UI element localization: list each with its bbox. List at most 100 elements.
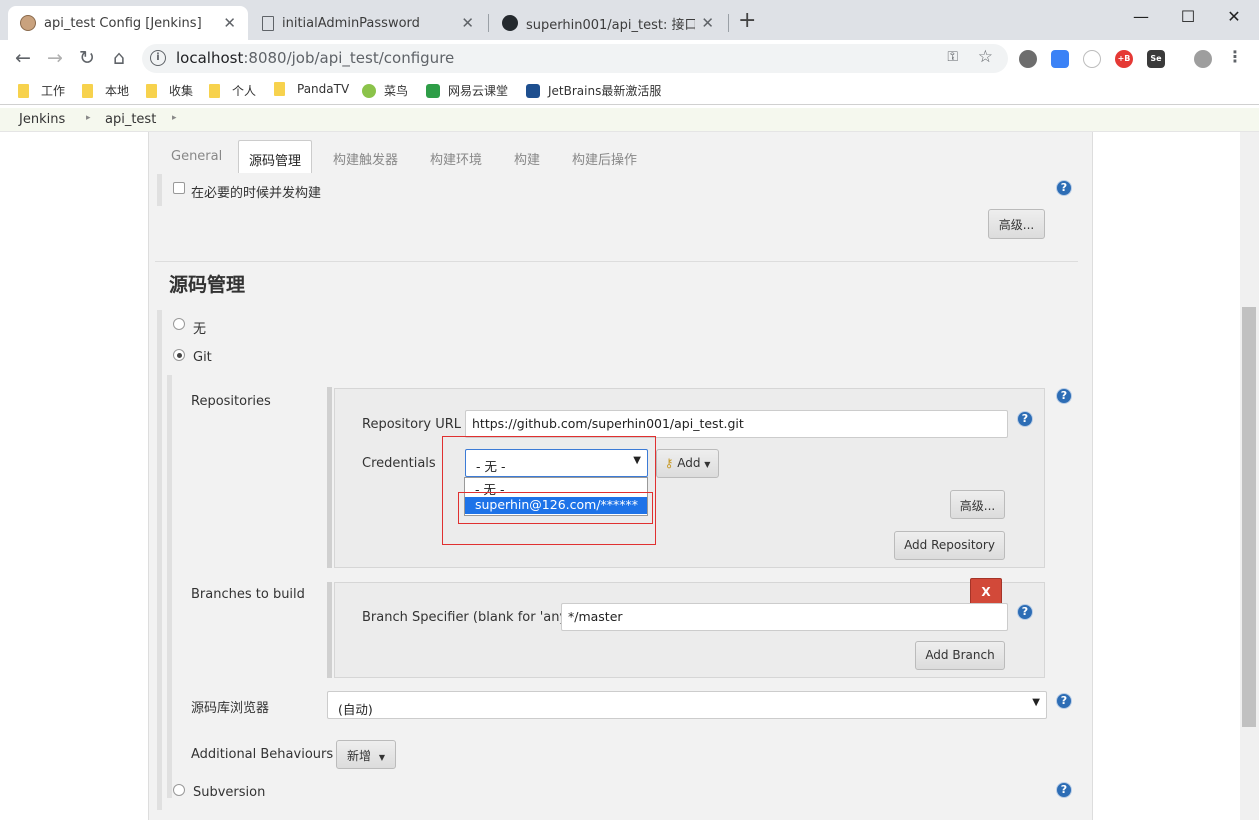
new-tab-button[interactable]: + bbox=[738, 8, 756, 33]
close-window-button[interactable]: ✕ bbox=[1211, 2, 1257, 30]
repository-url-input[interactable]: https://github.com/superhin001/api_test.… bbox=[465, 410, 1008, 438]
branch-specifier-input[interactable]: */master bbox=[561, 603, 1008, 631]
bookmark-netease-study[interactable]: 网易云课堂 bbox=[426, 82, 508, 99]
bookmark-folder-local[interactable]: 本地 bbox=[82, 82, 129, 99]
add-credentials-label: Add bbox=[677, 456, 701, 470]
reload-icon[interactable]: ↻ bbox=[74, 45, 100, 71]
back-arrow-icon[interactable]: ← bbox=[10, 45, 36, 71]
tab-initial-admin-password[interactable]: initialAdminPassword ✕ bbox=[250, 6, 486, 40]
profile-avatar-icon[interactable] bbox=[1194, 50, 1212, 68]
gray-circle-extension-icon[interactable] bbox=[1083, 50, 1101, 68]
netease-favicon-icon bbox=[426, 83, 440, 98]
bookmarks-bar: 工作 本地 收集 个人 PandaTV 菜鸟 网易云课堂 JetBrains最新… bbox=[0, 77, 1259, 105]
breadcrumb-arrow-icon[interactable]: ▸ bbox=[172, 113, 177, 123]
bookmark-runoob[interactable]: 菜鸟 bbox=[362, 82, 408, 99]
bookmark-label: 本地 bbox=[105, 84, 130, 98]
repositories-label: Repositories bbox=[191, 394, 271, 409]
close-tab-icon[interactable]: ✕ bbox=[223, 14, 236, 32]
repositories-indent-bar bbox=[327, 387, 332, 568]
bookmark-folder-collect[interactable]: 收集 bbox=[146, 82, 193, 99]
help-icon[interactable]: ? bbox=[1017, 604, 1033, 620]
branches-indent-bar bbox=[327, 582, 332, 678]
help-icon[interactable]: ? bbox=[1056, 180, 1072, 196]
section-indent-bar bbox=[157, 310, 162, 810]
browser-toolbar: ← → ↻ ⌂ i localhost:8080/job/api_test/co… bbox=[0, 40, 1259, 77]
delete-branch-button[interactable]: X bbox=[970, 578, 1002, 605]
tab-jenkins-config[interactable]: api_test Config [Jenkins] ✕ bbox=[8, 6, 248, 40]
bookmark-label: 菜鸟 bbox=[384, 84, 409, 98]
add-branch-button[interactable]: Add Branch bbox=[915, 641, 1005, 670]
close-tab-icon[interactable]: ✕ bbox=[701, 14, 714, 32]
red-extension-icon[interactable]: +B bbox=[1115, 50, 1133, 68]
menu-kebab-icon[interactable]: ⋮ bbox=[1226, 49, 1244, 68]
bookmark-label: 个人 bbox=[232, 84, 257, 98]
home-icon[interactable]: ⌂ bbox=[106, 45, 132, 71]
credentials-label: Credentials bbox=[362, 456, 436, 471]
tab-title: api_test Config [Jenkins] bbox=[44, 15, 202, 31]
tab-post-build[interactable]: 构建后操作 bbox=[572, 140, 637, 173]
tab-separator bbox=[728, 14, 729, 32]
jenkins-breadcrumb: Jenkins ▸ api_test ▸ bbox=[0, 108, 1259, 132]
bookmark-folder-work[interactable]: 工作 bbox=[18, 82, 65, 99]
tab-scm[interactable]: 源码管理 bbox=[238, 140, 313, 173]
chrome-extension-blue-icon[interactable] bbox=[1051, 50, 1069, 68]
tab-build-triggers[interactable]: 构建触发器 bbox=[333, 140, 398, 173]
highlight-box-outer bbox=[442, 436, 656, 545]
highlight-box-inner bbox=[458, 492, 653, 524]
tomato-extension-icon[interactable] bbox=[1019, 50, 1037, 68]
site-info-icon[interactable]: i bbox=[150, 50, 166, 66]
concurrent-build-checkbox[interactable] bbox=[173, 182, 185, 194]
scm-subversion-label: Subversion bbox=[193, 785, 266, 800]
scm-none-radio[interactable] bbox=[173, 318, 185, 330]
url-host: localhost bbox=[176, 49, 244, 67]
folder-icon bbox=[18, 83, 29, 98]
additional-behaviours-label: Additional Behaviours bbox=[191, 747, 334, 762]
add-behaviour-button[interactable]: 新增 ▼ bbox=[336, 740, 396, 769]
folder-icon bbox=[146, 83, 157, 98]
scrollbar-thumb[interactable] bbox=[1242, 307, 1256, 727]
dropdown-arrow-icon: ▼ bbox=[1032, 697, 1040, 708]
bookmark-label: 网易云课堂 bbox=[448, 84, 509, 98]
tab-github-api-test[interactable]: superhin001/api_test: 接口测试 ✕ bbox=[490, 6, 726, 40]
maximize-button[interactable]: ☐ bbox=[1165, 2, 1211, 30]
advanced-button[interactable]: 高级... bbox=[988, 209, 1045, 239]
minimize-button[interactable]: — bbox=[1118, 2, 1164, 30]
page-scrollbar[interactable] bbox=[1240, 132, 1259, 820]
forward-arrow-icon[interactable]: → bbox=[42, 45, 68, 71]
branches-label: Branches to build bbox=[191, 587, 305, 602]
tab-build[interactable]: 构建 bbox=[514, 140, 540, 173]
help-icon[interactable]: ? bbox=[1056, 388, 1072, 404]
add-credentials-button[interactable]: ⚷ Add ▼ bbox=[656, 449, 719, 478]
tab-general[interactable]: General bbox=[171, 140, 222, 173]
bookmark-folder-personal[interactable]: 个人 bbox=[209, 82, 256, 99]
add-repository-button[interactable]: Add Repository bbox=[894, 531, 1005, 560]
scm-subversion-radio[interactable] bbox=[173, 784, 185, 796]
help-icon[interactable]: ? bbox=[1056, 782, 1072, 798]
bookmark-jetbrains[interactable]: JetBrains最新激活服 bbox=[526, 82, 661, 99]
tab-build-environment[interactable]: 构建环境 bbox=[430, 140, 482, 173]
repository-url-label: Repository URL bbox=[362, 417, 462, 432]
url-text: localhost:8080/job/api_test/configure bbox=[176, 49, 454, 67]
scm-git-radio[interactable] bbox=[173, 349, 185, 361]
section-divider bbox=[155, 261, 1078, 262]
dropdown-arrow-icon: ▼ bbox=[704, 460, 711, 469]
folder-icon bbox=[82, 83, 93, 98]
document-icon bbox=[262, 15, 274, 31]
repository-browser-select[interactable]: (自动) ▼ bbox=[327, 691, 1047, 719]
folder-icon bbox=[274, 82, 285, 96]
help-icon[interactable]: ? bbox=[1017, 411, 1033, 427]
bookmark-folder-pandatv[interactable]: PandaTV bbox=[274, 82, 349, 96]
breadcrumb-arrow-icon[interactable]: ▸ bbox=[86, 113, 91, 123]
address-bar[interactable]: i localhost:8080/job/api_test/configure … bbox=[142, 44, 1008, 73]
tab-title: superhin001/api_test: 接口测试 bbox=[526, 17, 696, 33]
repository-advanced-button[interactable]: 高级... bbox=[950, 490, 1005, 519]
key-icon[interactable]: ⚿ bbox=[947, 49, 958, 65]
breadcrumb-api-test[interactable]: api_test bbox=[105, 112, 156, 127]
breadcrumb-jenkins[interactable]: Jenkins bbox=[19, 112, 65, 127]
close-tab-icon[interactable]: ✕ bbox=[461, 14, 474, 32]
tab-title: initialAdminPassword bbox=[282, 15, 420, 31]
bookmark-label: 收集 bbox=[169, 84, 194, 98]
selenium-extension-icon[interactable]: Se bbox=[1147, 50, 1165, 68]
help-icon[interactable]: ? bbox=[1056, 693, 1072, 709]
bookmark-star-icon[interactable]: ☆ bbox=[978, 47, 993, 67]
